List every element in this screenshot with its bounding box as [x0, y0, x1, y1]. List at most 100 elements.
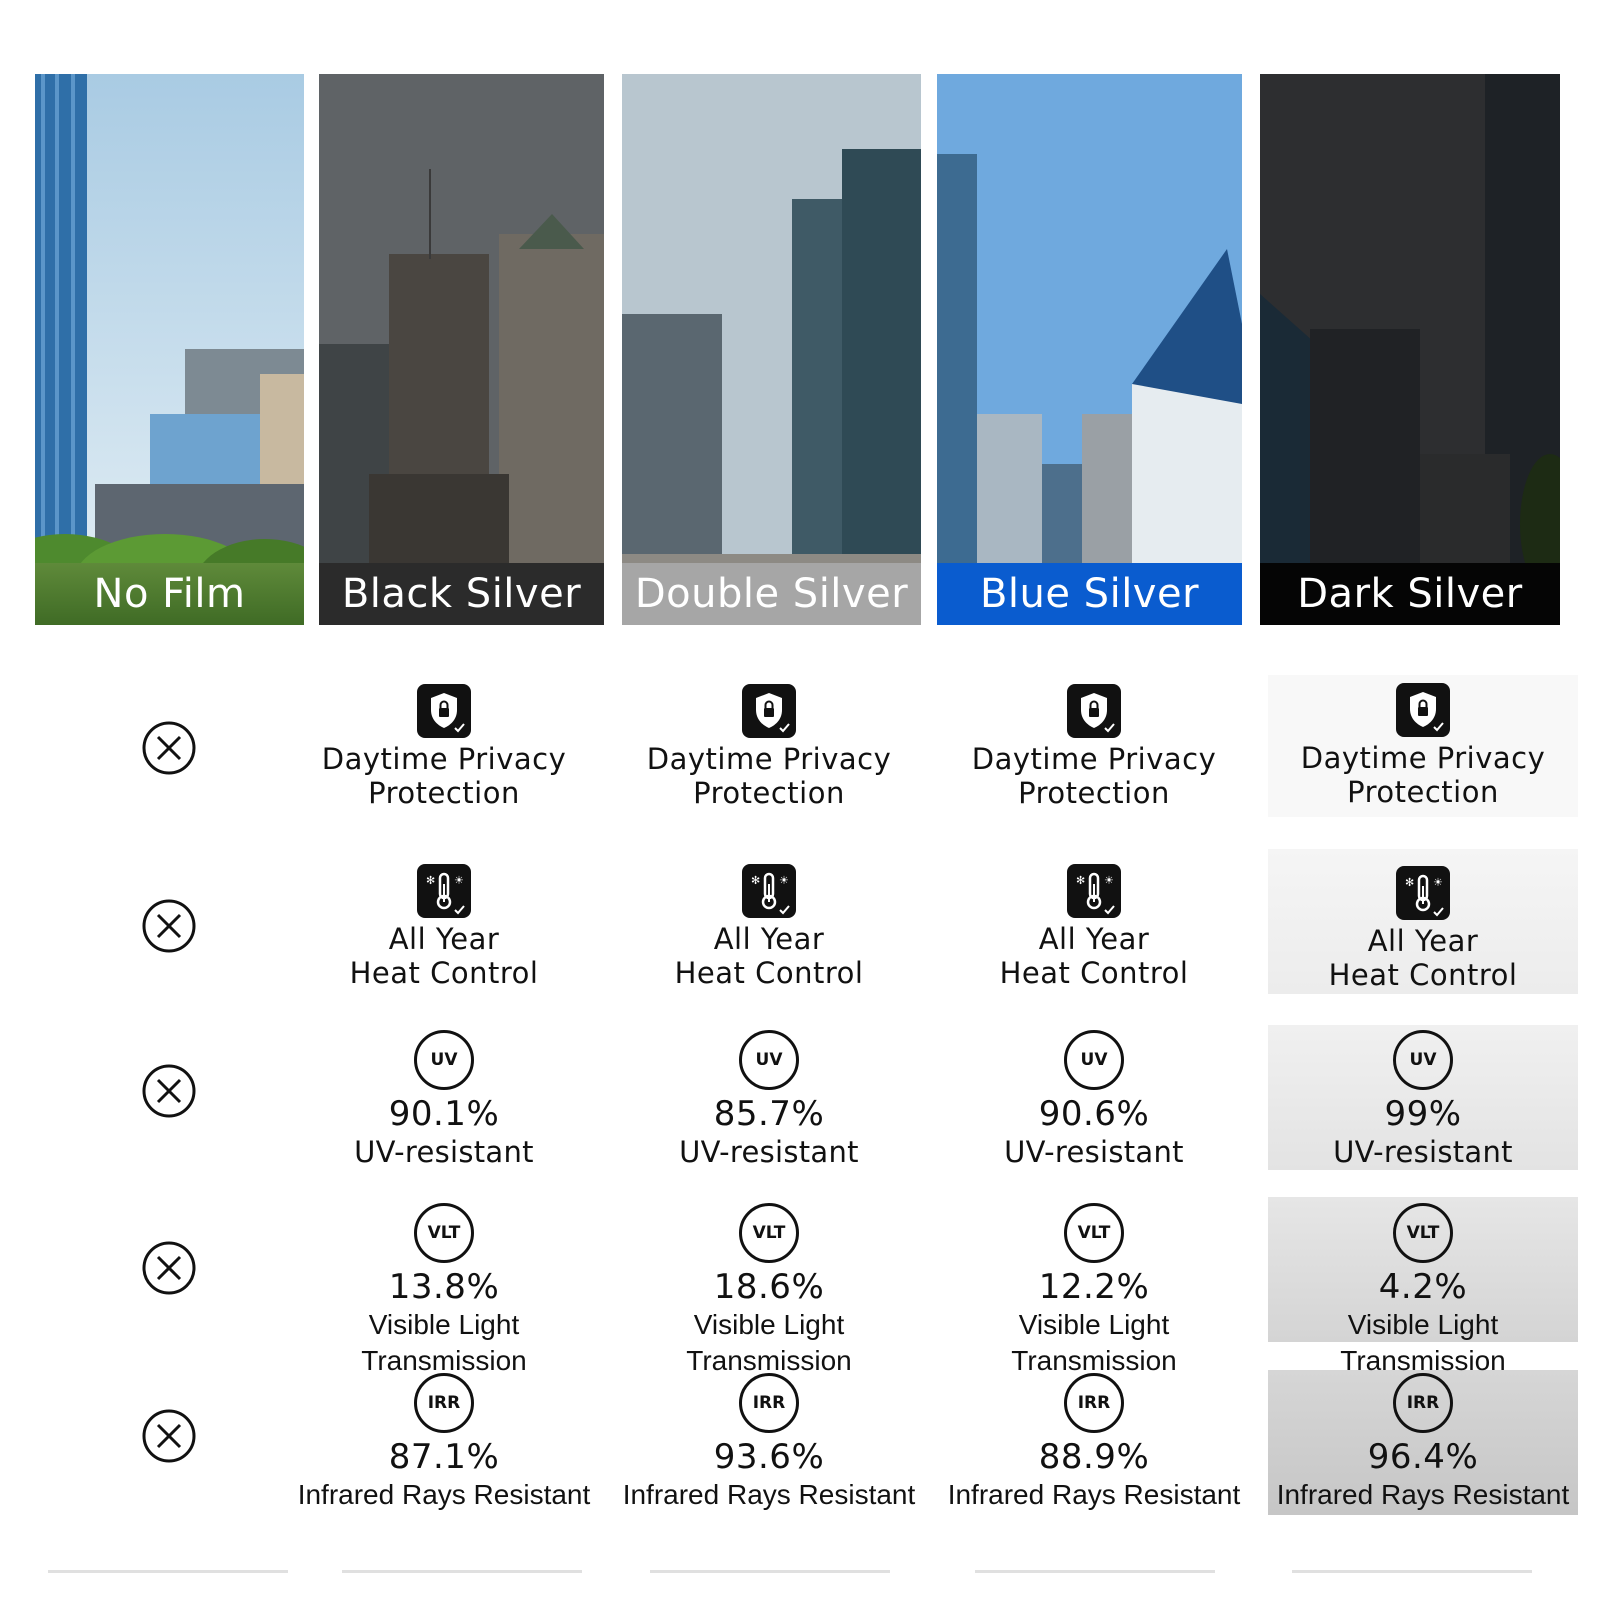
irr-desc: Infrared Rays Resistant	[1276, 1479, 1570, 1510]
vlt-desc: Visible Light Transmission	[1011, 1309, 1177, 1376]
uv-value: 90.6%	[1038, 1094, 1150, 1134]
thermometer-snow-sun-icon: ✻ ☀	[1396, 866, 1450, 920]
vlt-value: 12.2%	[1038, 1267, 1150, 1307]
uv-icon: UV	[1064, 1030, 1124, 1090]
vlt-value: 4.2%	[1378, 1267, 1468, 1307]
divider	[650, 1570, 890, 1573]
heat-cell-black-silver: ✻ ☀ All Year Heat Control	[289, 864, 599, 990]
uv-icon: UV	[414, 1030, 474, 1090]
vlt-desc: Visible Light Transmission	[686, 1309, 852, 1376]
privacy-cell-black-silver: Daytime Privacy Protection	[289, 684, 599, 810]
film-label-black-silver: Black Silver	[319, 563, 604, 625]
irr-value: 96.4%	[1367, 1437, 1479, 1477]
uv-value: 90.1%	[388, 1094, 500, 1134]
privacy-line2: Protection	[368, 776, 520, 810]
uv-value: 99%	[1384, 1094, 1462, 1134]
vlt-desc: Visible Light Transmission	[1340, 1309, 1506, 1376]
privacy-line1: Daytime Privacy	[646, 742, 892, 776]
privacy-cell-double-silver: Daytime Privacy Protection	[614, 684, 924, 810]
vlt-desc: Visible Light Transmission	[361, 1309, 527, 1376]
svg-text:☀: ☀	[779, 874, 789, 887]
irr-cell-double-silver: IRR 93.6% Infrared Rays Resistant	[614, 1373, 924, 1513]
irr-value: 87.1%	[388, 1437, 500, 1477]
heat-line1: All Year	[388, 922, 500, 956]
thermometer-snow-sun-icon: ✻ ☀	[1067, 864, 1121, 918]
svg-text:✻: ✻	[1405, 876, 1414, 889]
irr-icon: IRR	[1393, 1373, 1453, 1433]
vlt-cell-black-silver: VLT 13.8% Visible Light Transmission	[289, 1203, 599, 1379]
divider	[342, 1570, 582, 1573]
svg-text:☀: ☀	[1433, 876, 1443, 889]
film-label-dark-silver: Dark Silver	[1260, 563, 1560, 625]
divider	[975, 1570, 1215, 1573]
city-photo-black-silver	[319, 74, 604, 625]
city-photo-double-silver	[622, 74, 921, 625]
privacy-line1: Daytime Privacy	[1300, 741, 1546, 775]
shield-lock-icon	[1396, 683, 1450, 737]
privacy-line2: Protection	[1018, 776, 1170, 810]
vlt-cell-double-silver: VLT 18.6% Visible Light Transmission	[614, 1203, 924, 1379]
shield-lock-icon	[417, 684, 471, 738]
vlt-value: 18.6%	[713, 1267, 825, 1307]
svg-text:☀: ☀	[1104, 874, 1114, 887]
vlt-value: 13.8%	[388, 1267, 500, 1307]
uv-cell-double-silver: UV 85.7% UV-resistant	[614, 1030, 924, 1170]
uv-cell-black-silver: UV 90.1% UV-resistant	[289, 1030, 599, 1170]
irr-desc: Infrared Rays Resistant	[947, 1479, 1241, 1510]
heat-line1: All Year	[713, 922, 825, 956]
panel-black-silver: Black Silver	[319, 74, 604, 625]
film-label-blue-silver: Blue Silver	[937, 563, 1242, 625]
uv-icon: UV	[1393, 1030, 1453, 1090]
privacy-line1: Daytime Privacy	[321, 742, 567, 776]
shield-lock-icon	[742, 684, 796, 738]
svg-text:☀: ☀	[454, 874, 464, 887]
film-label-double-silver: Double Silver	[622, 563, 921, 625]
irr-cell-black-silver: IRR 87.1% Infrared Rays Resistant	[289, 1373, 599, 1513]
uv-cell-dark-silver: UV 99% UV-resistant	[1268, 1030, 1578, 1170]
circle-x-icon	[142, 721, 196, 775]
irr-value: 88.9%	[1038, 1437, 1150, 1477]
privacy-cell-dark-silver: Daytime Privacy Protection	[1268, 683, 1578, 809]
uv-desc: UV-resistant	[1333, 1135, 1513, 1169]
heat-line2: Heat Control	[349, 956, 539, 990]
vlt-icon: VLT	[739, 1203, 799, 1263]
privacy-line2: Protection	[1347, 775, 1499, 809]
city-photo-dark-silver	[1260, 74, 1560, 625]
svg-text:✻: ✻	[751, 874, 760, 887]
uv-icon: UV	[739, 1030, 799, 1090]
heat-line2: Heat Control	[674, 956, 864, 990]
panel-blue-silver: Blue Silver	[937, 74, 1242, 625]
irr-icon: IRR	[739, 1373, 799, 1433]
irr-icon: IRR	[1064, 1373, 1124, 1433]
svg-text:✻: ✻	[1076, 874, 1085, 887]
irr-cell-dark-silver: IRR 96.4% Infrared Rays Resistant	[1268, 1373, 1578, 1513]
thermometer-snow-sun-icon: ✻ ☀	[417, 864, 471, 918]
film-label-no-film: No Film	[35, 563, 304, 625]
uv-cell-blue-silver: UV 90.6% UV-resistant	[939, 1030, 1249, 1170]
circle-x-icon	[142, 1409, 196, 1463]
city-photo-blue-silver	[937, 74, 1242, 625]
divider	[48, 1570, 288, 1573]
irr-icon: IRR	[414, 1373, 474, 1433]
vlt-icon: VLT	[414, 1203, 474, 1263]
privacy-line1: Daytime Privacy	[971, 742, 1217, 776]
panel-no-film: No Film	[35, 74, 304, 625]
thermometer-snow-sun-icon: ✻ ☀	[742, 864, 796, 918]
circle-x-icon	[142, 899, 196, 953]
uv-desc: UV-resistant	[679, 1135, 859, 1169]
heat-line1: All Year	[1038, 922, 1150, 956]
irr-cell-blue-silver: IRR 88.9% Infrared Rays Resistant	[939, 1373, 1249, 1513]
heat-line2: Heat Control	[1328, 958, 1518, 992]
irr-desc: Infrared Rays Resistant	[297, 1479, 591, 1510]
circle-x-icon	[142, 1064, 196, 1118]
heat-cell-dark-silver: ✻ ☀ All Year Heat Control	[1268, 866, 1578, 992]
panel-dark-silver: Dark Silver	[1260, 74, 1560, 625]
heat-cell-blue-silver: ✻ ☀ All Year Heat Control	[939, 864, 1249, 990]
heat-cell-double-silver: ✻ ☀ All Year Heat Control	[614, 864, 924, 990]
shield-lock-icon	[1067, 684, 1121, 738]
privacy-line2: Protection	[693, 776, 845, 810]
irr-desc: Infrared Rays Resistant	[622, 1479, 916, 1510]
circle-x-icon	[142, 1241, 196, 1295]
irr-value: 93.6%	[713, 1437, 825, 1477]
uv-desc: UV-resistant	[1004, 1135, 1184, 1169]
